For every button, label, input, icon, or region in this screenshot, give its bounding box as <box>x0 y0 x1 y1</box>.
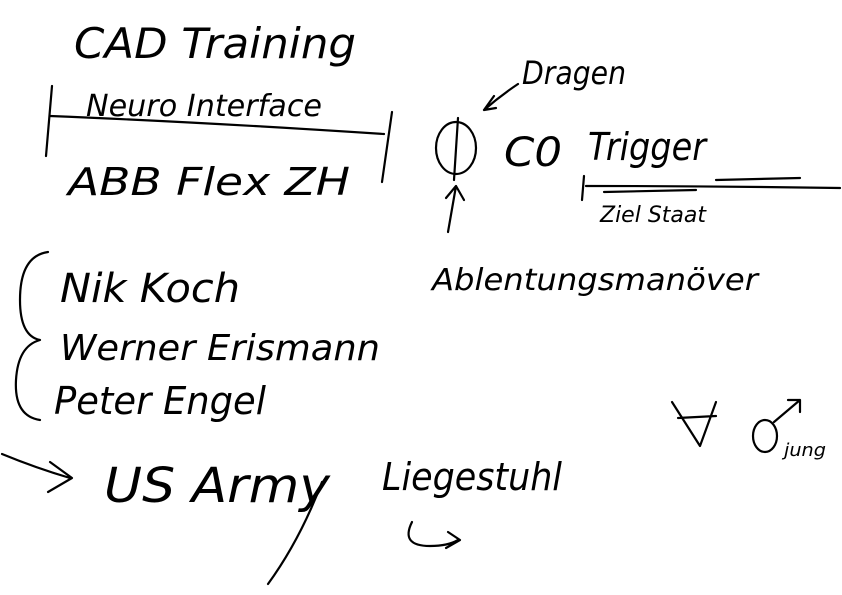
handwritten-notes-canvas: CAD Training Neuro Interface ABB Flex ZH… <box>0 19 842 586</box>
target-state-line <box>584 184 842 190</box>
army-arrow <box>0 452 74 494</box>
product-text: ABB Flex ZH <box>64 160 350 204</box>
dragon-arrow <box>482 82 520 112</box>
up-arrow <box>444 184 466 234</box>
person-2-text: Werner Erismann <box>60 328 380 369</box>
dragon-text: Dragen <box>522 54 626 92</box>
trigger-text: Trigger <box>588 125 708 169</box>
bracket-left-line <box>44 84 54 158</box>
circuit-text: C0 <box>504 130 562 176</box>
for-all-symbol <box>670 400 718 448</box>
jung-text: jung <box>781 440 826 461</box>
deckchair-text: Liegestuhl <box>382 455 562 499</box>
target-state-text: Ziel Staat <box>599 203 707 228</box>
person-1-text: Nik Koch <box>60 266 240 312</box>
curly-brace <box>14 250 50 422</box>
us-army-text: US Army <box>104 458 331 514</box>
target-state-tick <box>580 174 586 202</box>
deckchair-return-arrow <box>407 520 462 550</box>
male-symbol-circle <box>751 418 779 454</box>
diversion-text: Ablentungsmanöver <box>430 263 760 298</box>
bracket-right-line <box>380 110 394 184</box>
title-text: CAD Training <box>74 19 356 68</box>
male-symbol-arrow <box>772 398 802 424</box>
person-3-text: Peter Engel <box>54 379 266 423</box>
phi-stroke-line <box>452 116 460 182</box>
